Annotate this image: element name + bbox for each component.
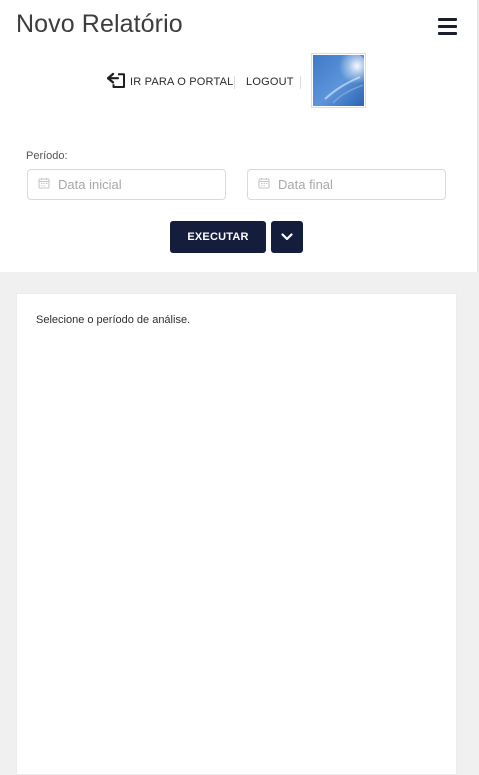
end-date-input[interactable] [278, 177, 428, 192]
calendar-icon [38, 176, 58, 194]
results-message: Selecione o período de análise. [36, 314, 191, 326]
chevron-down-icon [281, 228, 293, 246]
results-panel: Selecione o período de análise. [16, 293, 457, 775]
report-header-panel: Novo Relatório IR PARA O PORTAL LOGOUT P… [0, 0, 479, 272]
menu-line-middle [438, 25, 457, 28]
execute-button[interactable]: EXECUTAR [170, 221, 266, 253]
return-arrow-icon [106, 71, 130, 92]
avatar[interactable] [311, 53, 366, 108]
start-date-input[interactable] [58, 177, 208, 192]
period-label: Período: [26, 150, 68, 162]
avatar-image [313, 55, 364, 106]
page-title: Novo Relatório [16, 10, 183, 38]
start-date-field[interactable] [27, 169, 226, 200]
hamburger-menu-icon[interactable] [438, 18, 458, 37]
menu-line-bottom [438, 32, 457, 35]
portal-link[interactable]: IR PARA O PORTAL [106, 71, 234, 92]
page: Novo Relatório IR PARA O PORTAL LOGOUT P… [0, 0, 479, 775]
portal-link-label: IR PARA O PORTAL [130, 75, 234, 88]
end-date-field[interactable] [247, 169, 446, 200]
logout-link[interactable]: LOGOUT [246, 76, 294, 88]
calendar-icon [258, 176, 278, 194]
menu-line-top [438, 18, 457, 21]
options-dropdown-button[interactable] [271, 221, 303, 253]
nav-divider [300, 76, 301, 89]
nav-divider [234, 76, 235, 89]
